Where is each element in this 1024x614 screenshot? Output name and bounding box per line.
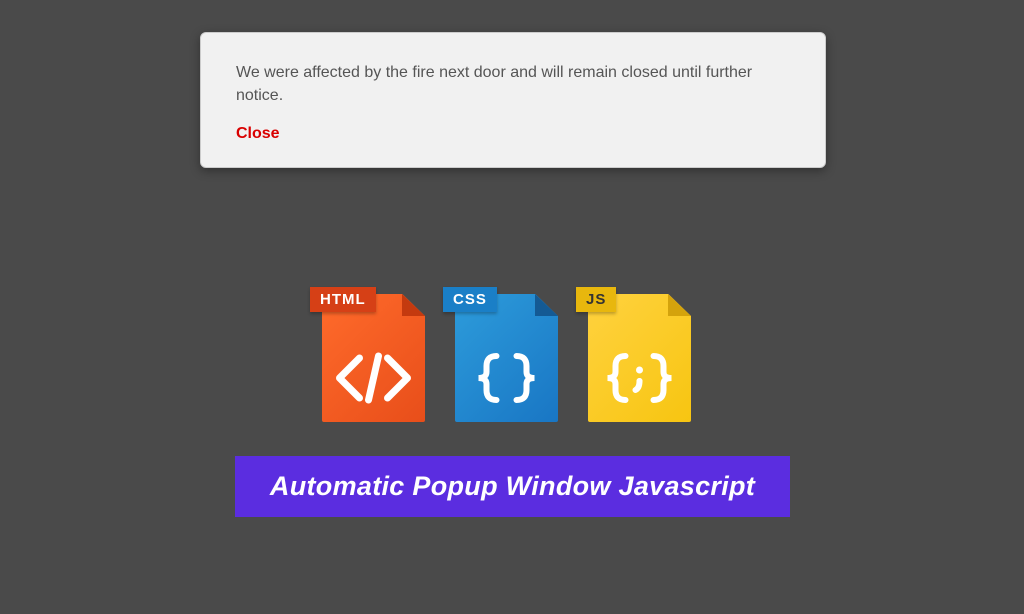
- code-brackets-icon: [322, 348, 425, 408]
- html-label: HTML: [310, 287, 376, 312]
- title-banner: Automatic Popup Window Javascript: [235, 456, 790, 517]
- curly-braces-icon: [455, 348, 558, 408]
- popup-message: We were affected by the fire next door a…: [236, 61, 790, 107]
- popup-dialog: We were affected by the fire next door a…: [200, 32, 826, 168]
- css-file-icon: CSS: [455, 282, 558, 422]
- html-file-icon: HTML: [322, 282, 425, 422]
- js-label: JS: [576, 287, 616, 312]
- close-button[interactable]: Close: [236, 125, 280, 143]
- css-label: CSS: [443, 287, 497, 312]
- file-icons-row: HTML CSS JS: [322, 282, 691, 422]
- js-file-icon: JS: [588, 282, 691, 422]
- curly-braces-semicolon-icon: [588, 348, 691, 408]
